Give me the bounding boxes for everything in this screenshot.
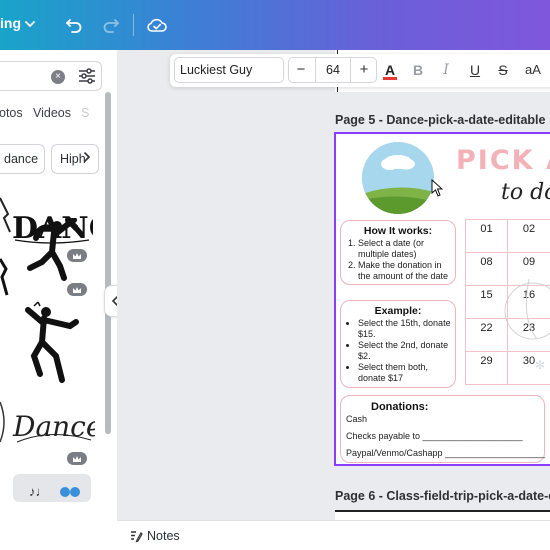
filter-icon[interactable]	[77, 67, 97, 90]
tab-videos[interactable]: Videos	[33, 106, 71, 120]
tab-more[interactable]: S	[81, 106, 89, 120]
text-color-button[interactable]: A	[380, 60, 400, 80]
redo-icon[interactable]	[100, 14, 122, 36]
notes-bar: Notes	[117, 520, 550, 550]
font-size-stepper: − 64 +	[288, 57, 377, 83]
toolbar-divider	[133, 14, 134, 36]
svg-text:♪♩: ♪♩	[29, 484, 49, 499]
chevron-right-icon[interactable]	[82, 151, 92, 166]
decrease-font-size-button[interactable]: −	[292, 58, 310, 82]
text-color-swatch	[383, 77, 397, 80]
text-color-label: A	[384, 62, 396, 78]
close-icon[interactable]: ×	[51, 70, 65, 84]
underline-button[interactable]: U	[465, 60, 485, 80]
page-6-title[interactable]: Page 6 - Class-field-trip-pick-a-date-ed…	[335, 489, 550, 503]
dance-script-graphic[interactable]: Dance	[11, 398, 102, 457]
notes-icon[interactable]	[129, 529, 143, 548]
cloud-saved-icon[interactable]	[146, 14, 168, 36]
bold-button[interactable]: B	[408, 60, 428, 80]
notes-button[interactable]: Notes	[147, 529, 180, 543]
letter-case-button[interactable]: aA	[520, 60, 546, 80]
dancer-partial-graphic[interactable]	[0, 247, 10, 308]
undo-icon[interactable]	[63, 14, 85, 36]
ballet-dancer-graphic[interactable]	[22, 300, 80, 391]
font-size-input[interactable]: 64	[315, 58, 351, 82]
music-notes-graphic[interactable]: ♪♩	[13, 474, 91, 502]
premium-badge	[67, 283, 87, 296]
mode-menu-label[interactable]: ing	[0, 15, 21, 31]
premium-badge	[67, 452, 87, 465]
text-toolbar: Luckiest Guy − 64 + A B I U S aA	[170, 54, 550, 87]
tab-photos[interactable]: otos	[0, 106, 23, 120]
page-5-title[interactable]: Page 5 - Dance-pick-a-date-editable	[335, 113, 545, 127]
category-tabs: otos Videos S	[0, 106, 117, 126]
circle-partial-graphic[interactable]	[0, 400, 8, 449]
chip-dance[interactable]: dance	[0, 144, 45, 174]
font-family-select[interactable]: Luckiest Guy	[174, 57, 284, 83]
strikethrough-button[interactable]: S	[493, 60, 513, 80]
hiphop-dancer-graphic[interactable]	[24, 217, 79, 287]
increase-font-size-button[interactable]: +	[355, 58, 373, 82]
mouse-cursor-icon	[431, 178, 444, 202]
italic-button[interactable]: I	[436, 60, 456, 80]
top-bar: ing	[0, 0, 550, 50]
panel-scrollbar[interactable]	[105, 92, 111, 434]
chevron-down-icon[interactable]	[24, 17, 36, 35]
